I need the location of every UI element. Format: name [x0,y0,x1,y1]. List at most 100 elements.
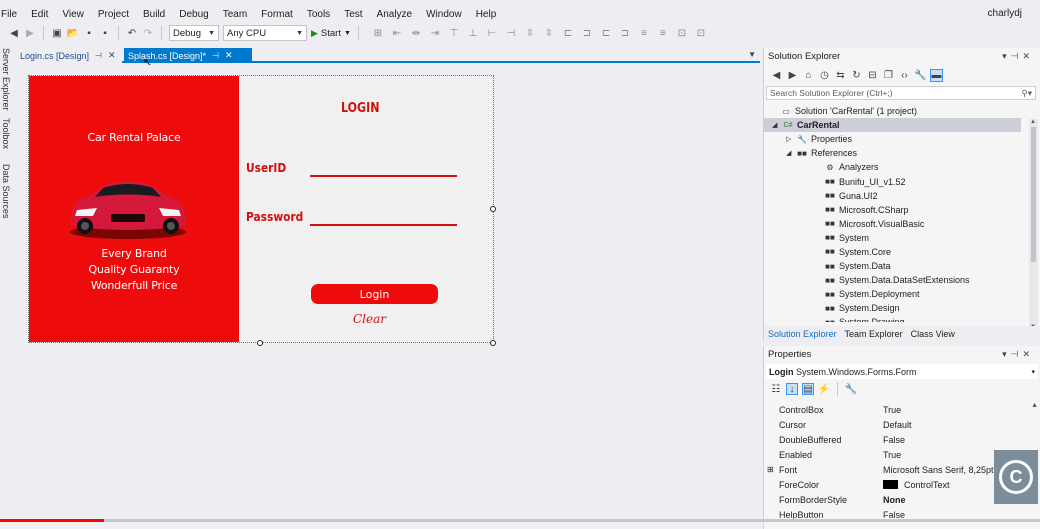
tree-item[interactable]: ■■ System.Data.DataSetExtensions [764,273,1040,287]
scroll-up-icon[interactable]: ▲ [1030,119,1036,125]
brand-panel[interactable]: Car Rental Palace Every Brand Quality Gu… [29,76,239,342]
menu-window[interactable]: Window [419,9,469,20]
view-code-icon[interactable]: ‹› [898,69,911,82]
close-icon[interactable]: ✕ [225,50,233,61]
categorized-icon[interactable]: ☷ [770,383,782,395]
tree-item[interactable]: ◢ ■■ References [764,146,1040,160]
events-icon[interactable]: ⚡ [818,383,830,395]
layout-align-icon[interactable]: ⊤ [448,27,460,39]
tab-class-view[interactable]: Class View [907,329,959,339]
save-all-icon[interactable]: ▪ [99,27,111,39]
undo-icon[interactable]: ↶ [126,27,138,39]
tree-item[interactable]: ■■ System.Core [764,245,1040,259]
refresh-icon[interactable]: ↻ [850,69,863,82]
video-progress-bar[interactable] [0,517,1040,529]
layout-align-icon[interactable]: ⊢ [486,27,498,39]
menu-test[interactable]: Test [337,9,369,20]
layout-align-icon[interactable]: ⊞ [372,27,384,39]
menu-file[interactable]: File [0,9,24,20]
clear-link[interactable]: Clear [353,312,386,326]
pin-icon[interactable]: ⊣ [212,51,219,60]
object-selector[interactable]: Login System.Windows.Forms.Form ▾ [766,364,1038,379]
back-icon[interactable]: ◀ [770,69,783,82]
collapse-all-icon[interactable]: ⊟ [866,69,879,82]
preview-icon[interactable]: ▬ [930,68,943,82]
password-input[interactable] [310,224,457,226]
solution-search-input[interactable]: Search Solution Explorer (Ctrl+;) ⚲▾ [766,86,1036,100]
redo-icon[interactable]: ↷ [142,27,154,39]
tab-team-explorer[interactable]: Team Explorer [841,329,907,339]
forward-icon[interactable]: ▶ [786,69,799,82]
layout-align-icon[interactable]: ⊐ [619,27,631,39]
property-row[interactable]: Cursor Default [764,417,1040,432]
tree-scrollbar[interactable]: ▲ ▼ [1029,119,1038,330]
layout-align-icon[interactable]: ⊥ [467,27,479,39]
scroll-thumb[interactable] [1031,127,1036,262]
layout-align-icon[interactable]: ⇤ [391,27,403,39]
layout-align-icon[interactable]: ⊏ [562,27,574,39]
alphabetical-icon[interactable]: ↓ [786,383,798,395]
open-file-icon[interactable]: 📂 [67,27,79,39]
server-explorer-tab[interactable]: Server Explorer [1,48,11,111]
layout-align-icon[interactable]: ≡ [657,27,669,39]
pending-changes-icon[interactable]: ◷ [818,69,831,82]
search-icon[interactable]: ⚲▾ [1022,88,1033,99]
close-icon[interactable]: ✕ [108,50,116,61]
tree-item[interactable]: ■■ Microsoft.VisualBasic [764,217,1040,231]
home-icon[interactable]: ⌂ [802,69,815,82]
solution-platform-dropdown[interactable]: Any CPU ▼ [223,25,307,41]
tree-item[interactable]: ▭ Solution 'CarRental' (1 project) [764,104,1040,118]
panel-controls[interactable]: ▾⊣✕ [1002,51,1034,62]
forward-icon[interactable]: ▶ [24,27,36,39]
tab-overflow-icon[interactable]: ▼ [748,50,756,59]
show-all-files-icon[interactable]: ❐ [882,69,895,82]
layout-align-icon[interactable]: ⇳ [543,27,555,39]
tree-item[interactable]: ■■ System.Deployment [764,287,1040,301]
layout-align-icon[interactable]: ⊡ [676,27,688,39]
tree-item[interactable]: ■■ System.Design [764,301,1040,315]
tree-item[interactable]: ◢ C# CarRental [764,118,1021,133]
userid-input[interactable] [310,175,457,177]
panel-controls[interactable]: ▾⊣✕ [1002,349,1034,360]
resize-handle-bottom[interactable] [257,340,263,346]
solution-configuration-dropdown[interactable]: Debug ▼ [169,25,219,41]
menu-debug[interactable]: Debug [172,9,215,20]
property-row[interactable]: DoubleBuffered False [764,432,1040,447]
expander-icon[interactable]: ◢ [772,121,782,129]
tree-item[interactable]: ■■ Microsoft.CSharp [764,203,1040,217]
expander-icon[interactable]: ▷ [786,135,796,143]
login-button[interactable]: Login [311,284,438,304]
start-button[interactable]: ▶ Start ▼ [311,28,351,39]
login-form[interactable]: Car Rental Palace Every Brand Quality Gu… [28,75,494,343]
layout-align-icon[interactable]: ⇥ [429,27,441,39]
layout-align-icon[interactable]: ⊏ [600,27,612,39]
menu-project[interactable]: Project [91,9,136,20]
property-value[interactable]: False [883,435,1040,445]
resize-handle-right[interactable] [490,206,496,212]
layout-align-icon[interactable]: ⇹ [410,27,422,39]
tree-item[interactable]: ■■ System [764,231,1040,245]
tree-item[interactable]: ⚙ Analyzers [764,160,1040,174]
toolbox-tab[interactable]: Toolbox [1,118,11,149]
menu-analyze[interactable]: Analyze [370,9,420,20]
tree-item[interactable]: ▷ 🔧 Properties [764,132,1040,146]
property-row[interactable]: ControlBox True [764,402,1040,417]
tree-item[interactable]: ■■ System.Data [764,259,1040,273]
save-icon[interactable]: ▪ [83,27,95,39]
menu-team[interactable]: Team [216,9,254,20]
sync-icon[interactable]: ⇆ [834,69,847,82]
layout-align-icon[interactable]: ≡ [638,27,650,39]
menu-view[interactable]: View [55,9,91,20]
expander-icon[interactable]: ◢ [786,149,796,157]
new-project-icon[interactable]: ▣ [51,27,63,39]
layout-align-icon[interactable]: ⊐ [581,27,593,39]
property-pages-icon[interactable]: 🔧 [845,383,857,395]
tab-solution-explorer[interactable]: Solution Explorer [764,329,841,339]
layout-align-icon[interactable]: ⊡ [695,27,707,39]
resize-handle-corner[interactable] [490,340,496,346]
pin-icon[interactable]: ⊣ [95,51,102,60]
property-value[interactable]: True [883,405,1040,415]
back-icon[interactable]: ◀ [8,27,20,39]
data-sources-tab[interactable]: Data Sources [1,164,11,219]
property-value[interactable]: Default [883,420,1040,430]
